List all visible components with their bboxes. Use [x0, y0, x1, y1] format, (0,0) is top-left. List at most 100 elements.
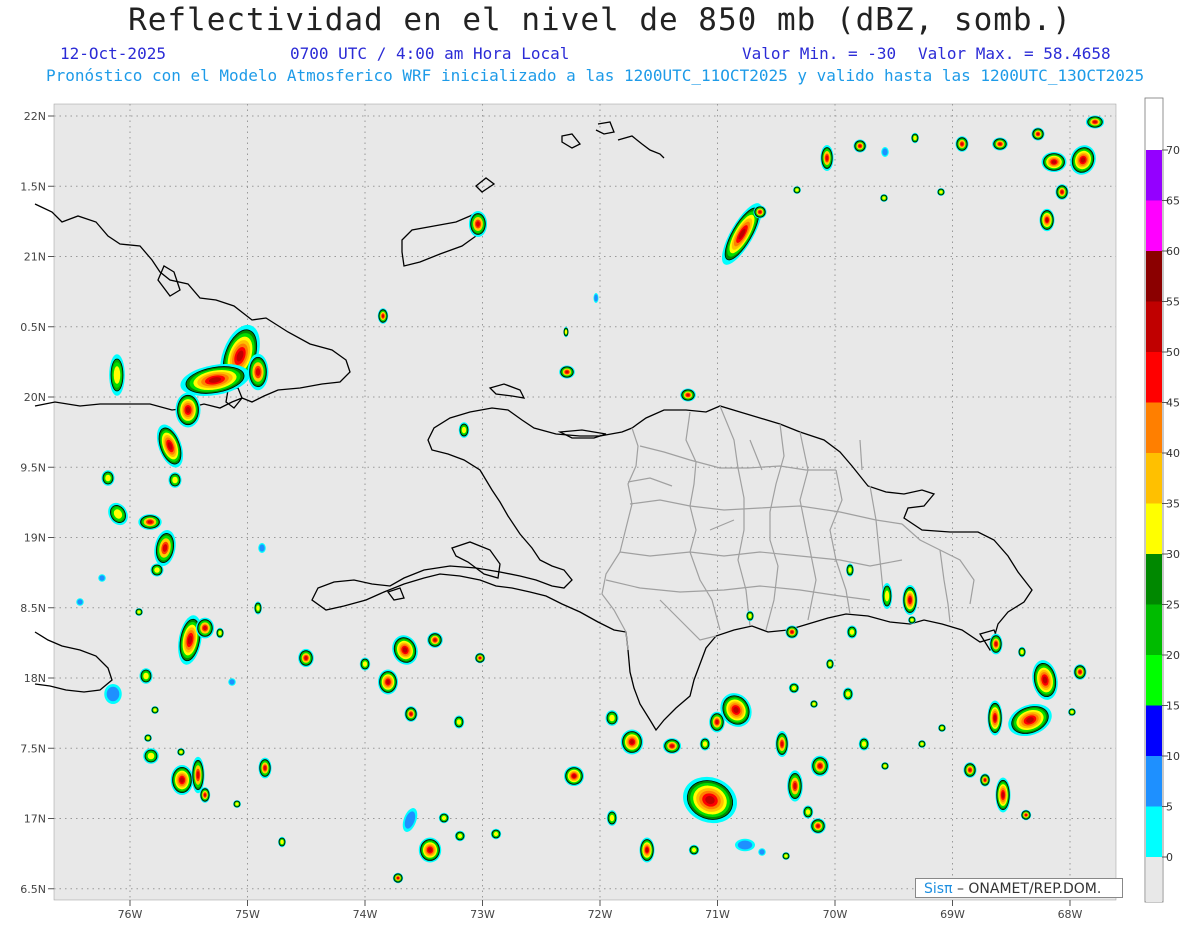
reflectivity-cell — [699, 737, 711, 751]
lat-label: 1.5N — [20, 180, 46, 193]
reflectivity-cell — [775, 731, 789, 757]
reflectivity-cell — [881, 583, 893, 609]
colorbar-label: 35 — [1166, 498, 1180, 511]
reflectivity-cell — [1031, 127, 1045, 141]
colorbar-label: 5 — [1166, 801, 1173, 814]
reflectivity-cell — [453, 715, 465, 729]
reflectivity-cell — [1041, 152, 1067, 172]
lon-label: 69W — [940, 908, 965, 921]
reflectivity-cell — [109, 354, 125, 396]
reflectivity-cell — [278, 836, 286, 848]
reflectivity-cell — [881, 762, 889, 770]
colorbar-label: 60 — [1166, 245, 1180, 258]
colorbar-segment — [1146, 200, 1162, 251]
colorbar-segment — [1146, 352, 1162, 403]
lon-label: 73W — [470, 908, 495, 921]
reflectivity-cell — [758, 848, 766, 856]
reflectivity-cell — [359, 657, 371, 671]
reflectivity-cell — [979, 773, 991, 787]
reflectivity-cell — [458, 422, 470, 438]
reflectivity-cell — [902, 585, 918, 615]
colorbar-segment — [1146, 604, 1162, 655]
reflectivity-cell — [753, 205, 767, 219]
colorbar-label: 10 — [1166, 750, 1180, 763]
colorbar-segment — [1146, 756, 1162, 807]
reflectivity-cell — [853, 139, 867, 153]
colorbar-label: 20 — [1166, 649, 1180, 662]
reflectivity-cell — [377, 308, 389, 324]
reflectivity-cell — [559, 365, 575, 379]
reflectivity-cell — [1073, 664, 1087, 680]
colorbar-label: 15 — [1166, 700, 1180, 713]
colorbar-segment — [1146, 806, 1162, 857]
reflectivity-cell — [144, 734, 152, 742]
reflectivity-cell — [846, 625, 858, 639]
lon-label: 71W — [705, 908, 730, 921]
reflectivity-cell — [378, 669, 398, 695]
credit-box: Sisπ – ONAMET/REP.DOM. — [915, 878, 1123, 898]
reflectivity-cell — [101, 470, 115, 486]
reflectivity-cell — [298, 648, 314, 668]
reflectivity-cell — [1018, 646, 1026, 658]
lon-label: 76W — [118, 908, 143, 921]
colorbar-segment — [1146, 251, 1162, 302]
reflectivity-cell — [606, 810, 618, 826]
reflectivity-cell — [735, 838, 755, 852]
lon-label: 75W — [235, 908, 260, 921]
colorbar-segment — [1146, 402, 1162, 453]
lat-label: 22N — [24, 110, 46, 123]
reflectivity-cell — [191, 756, 205, 794]
colorbar-label: 50 — [1166, 346, 1180, 359]
reflectivity-cell — [150, 563, 164, 577]
reflectivity-cell — [258, 543, 266, 553]
reflectivity-cell — [139, 668, 153, 684]
reflectivity-cell — [746, 610, 754, 622]
reflectivity-cell — [938, 724, 946, 732]
reflectivity-cell — [254, 601, 262, 615]
lat-label: 8.5N — [20, 602, 46, 615]
colorbar-label: 65 — [1166, 195, 1180, 208]
lat-label: 6.5N — [20, 883, 46, 896]
colorbar: 7065605550454035302520151050 — [1144, 97, 1180, 903]
reflectivity-cell — [168, 472, 182, 488]
colorbar-label: 25 — [1166, 599, 1180, 612]
reflectivity-cell — [247, 353, 269, 391]
lat-label: 0.5N — [20, 321, 46, 334]
reflectivity-cell — [258, 757, 272, 779]
reflectivity-cell — [404, 706, 418, 722]
reflectivity-cell — [802, 805, 814, 819]
reflectivity-cell — [1055, 184, 1069, 200]
reflectivity-cell — [858, 737, 870, 751]
reflectivity-cell — [989, 633, 1003, 655]
lat-label: 21N — [24, 251, 46, 264]
colorbar-segment — [1146, 99, 1162, 150]
lat-label: 7.5N — [20, 742, 46, 755]
colorbar-label: 45 — [1166, 397, 1180, 410]
reflectivity-cell — [76, 598, 84, 606]
reflectivity-cell — [474, 652, 486, 664]
reflectivity-cell — [392, 872, 404, 884]
reflectivity-cell — [151, 706, 159, 714]
reflectivity-cell — [199, 787, 211, 803]
reflectivity-cell — [138, 514, 162, 530]
reflectivity-cell — [810, 818, 826, 834]
reflectivity-cell — [680, 388, 696, 402]
reflectivity-cell — [788, 682, 800, 694]
reflectivity-cell — [438, 812, 450, 824]
reflectivity-cell — [782, 852, 790, 860]
reflectivity-cell — [826, 658, 834, 670]
reflectivity-cell — [620, 729, 644, 755]
lon-label: 74W — [353, 908, 378, 921]
lon-label: 72W — [588, 908, 613, 921]
colorbar-segment — [1146, 554, 1162, 605]
lon-label: 70W — [823, 908, 848, 921]
reflectivity-cell — [98, 574, 106, 582]
reflectivity-cell — [135, 608, 143, 616]
reflectivity-cell — [228, 678, 236, 686]
reflectivity-cell — [104, 684, 122, 704]
reflectivity-cell — [468, 211, 488, 237]
reflectivity-cell — [195, 617, 215, 639]
sis-logo: Sisπ — [924, 881, 953, 897]
reflectivity-cell — [810, 755, 830, 777]
reflectivity-cell — [427, 632, 443, 648]
